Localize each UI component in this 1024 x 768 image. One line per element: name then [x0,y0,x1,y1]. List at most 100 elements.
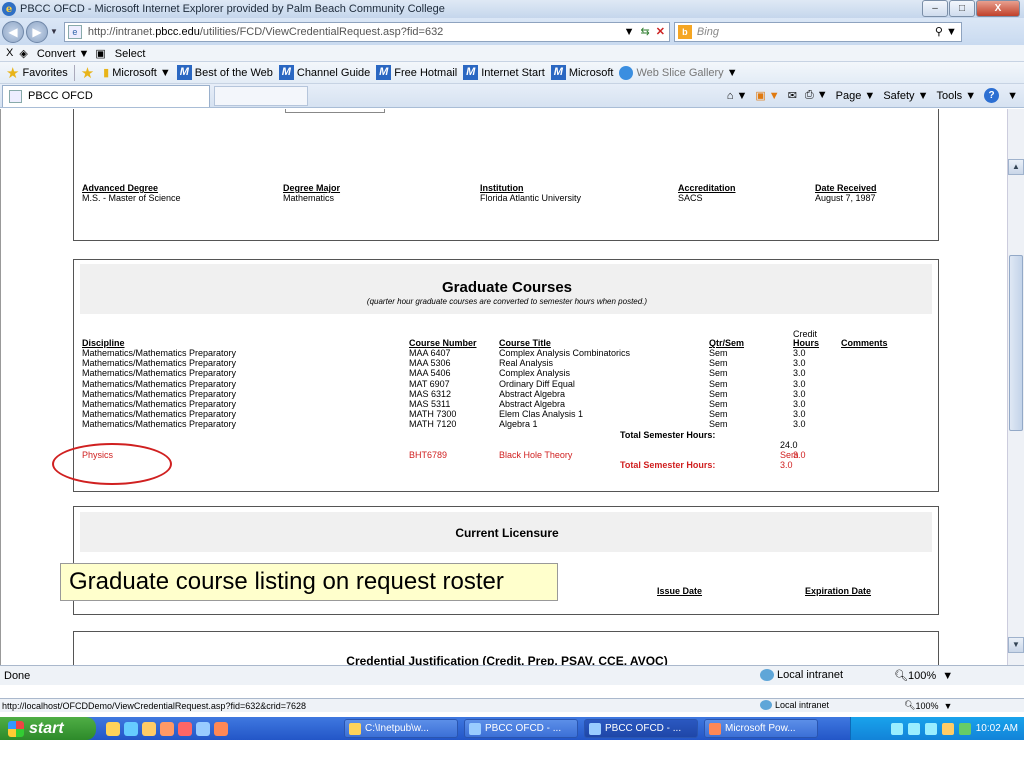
select-button[interactable]: ▣ Select [95,47,145,60]
degree-section: Advanced Degree Degree Major Institution… [73,109,939,241]
fav-link-channel-guide[interactable]: M Channel Guide [278,65,370,80]
course-row-number: MAS 5311 [409,399,451,409]
back-button[interactable]: ◀ [2,20,24,43]
licensure-title: Current Licensure [455,526,559,540]
msn-icon: M [550,65,566,80]
forward-button[interactable]: ▶ [26,20,48,43]
taskbar-ie-1[interactable]: PBCC OFCD - ... [464,719,578,738]
header-advanced-degree[interactable]: Advanced Degree [82,183,158,193]
course-row-discipline: Mathematics/Mathematics Preparatory [82,358,237,369]
header-accreditation[interactable]: Accreditation [678,183,736,193]
zoom-level[interactable]: 🔍︎ 100% ▼ [894,669,953,683]
header-discipline[interactable]: Discipline [82,338,125,348]
fav-link-free-hotmail[interactable]: M Free Hotmail [376,65,457,80]
quicklaunch-app-icon[interactable] [214,721,228,736]
course-row-title: Elem Clas Analysis 1 [499,409,584,420]
history-dropdown-icon[interactable]: ▼ [50,27,58,36]
course-row-title: Algebra 1 [499,419,538,430]
security-zone-2[interactable]: Local intranet [760,700,829,710]
header-qtr-sem[interactable]: Qtr/Sem [709,338,744,348]
tab-bar: PBCC OFCD ⌂ ▼ ▣ ▼ ✉ ⎙ ▼ Page ▼ Safety ▼ … [0,84,1024,108]
course-row-discipline: Mathematics/Mathematics Preparatory [82,388,237,399]
title-bar: e PBCC OFCD - Microsoft Internet Explore… [0,0,1024,18]
header-date-received[interactable]: Date Received [815,183,877,193]
security-icon[interactable] [941,722,954,735]
taskbar-explorer[interactable]: C:\Inetpub\w... [344,719,458,738]
degree-value: M.S. - Master of Science [82,193,181,203]
course-row-title: Abstract Algebra [499,388,566,399]
header-degree-major[interactable]: Degree Major [283,183,340,193]
refresh-icon[interactable]: ⇆ [640,25,649,38]
clock[interactable]: 10:02 AM [976,723,1018,734]
quicklaunch-app-icon[interactable] [178,721,192,736]
fav-link-microsoft[interactable]: ▮ Microsoft ▼ [103,66,171,80]
feeds-icon[interactable]: ▣ ▼ [755,89,779,102]
search-box[interactable]: b Bing ⚲ ▼ [673,21,962,42]
justification-title: Credential Justification (Credit, Prep, … [346,654,668,665]
tools-menu[interactable]: Tools ▼ [936,90,976,102]
signal-icon[interactable] [890,722,903,735]
fav-link-internet-start[interactable]: M Internet Start [463,65,545,80]
quicklaunch-ie-icon[interactable] [106,721,120,736]
taskbar-ie-2[interactable]: PBCC OFCD - ... [584,719,698,738]
favorites-bar: ★ Favorites ★ ▮ Microsoft ▼ M Best of the W… [0,62,1024,84]
header-institution[interactable]: Institution [480,183,524,193]
home-icon[interactable]: ⌂ ▼ [727,90,748,102]
address-bar[interactable]: e http://intranet.pbcc.edu/utilities/FCD… [63,21,670,42]
convert-button[interactable]: ◈ Convert ▼ [19,47,89,60]
header-course-title[interactable]: Course Title [499,338,551,348]
address-dropdown-icon[interactable]: ▼ [624,26,635,38]
zoom-level-2[interactable]: 🔍︎ 100% ▼ [904,700,952,711]
network-icon[interactable] [924,722,937,735]
toolbar-close-icon[interactable]: X [6,47,13,59]
quicklaunch-app-icon[interactable] [124,721,138,736]
add-favorite-icon[interactable]: ★ [81,64,97,82]
header-comments[interactable]: Comments [841,338,888,348]
msn-icon: M [278,65,294,80]
update-icon[interactable] [958,722,971,735]
course-row-number: MATH 7300 [409,409,457,420]
taskbar-powerpoint[interactable]: Microsoft Pow... [704,719,818,738]
search-input[interactable]: Bing [697,26,935,38]
address-url[interactable]: http://intranet.pbcc.edu/utilities/FCD/V… [88,26,624,38]
fav-link-best-of-web[interactable]: M Best of the Web [176,65,273,80]
scroll-down-button[interactable]: ▼ [1008,637,1024,653]
fav-link-web-slice-gallery[interactable]: Web Slice Gallery ▼ [619,65,738,80]
quicklaunch-app-icon[interactable] [160,721,174,736]
course-row-hours: 3.0 [793,348,806,358]
search-icon[interactable]: ⚲ ▼ [935,25,961,38]
header-course-number[interactable]: Course Number [409,338,477,348]
quicklaunch-app-icon[interactable] [196,721,210,736]
minimize-button[interactable]: – [922,0,948,17]
scroll-up-button[interactable]: ▲ [1008,159,1024,175]
start-button[interactable]: start [0,717,96,740]
mail-icon[interactable]: ✉ [788,89,797,102]
scroll-thumb[interactable] [1009,255,1023,431]
volume-icon[interactable] [907,722,920,735]
tab-pbcc-ofcd[interactable]: PBCC OFCD [2,84,210,107]
maximize-button[interactable]: □ [949,0,975,17]
print-icon[interactable]: ⎙ ▼ [805,89,828,102]
annotation-callout: Graduate course listing on request roste… [60,563,558,601]
ie-icon [469,722,481,735]
stop-icon[interactable]: ✕ [656,25,665,38]
header-hours[interactable]: Hours [793,338,819,348]
help-icon[interactable]: ? [984,88,1000,103]
header-issue-date[interactable]: Issue Date [657,586,702,596]
close-button[interactable]: X [976,0,1020,17]
course-row-number: MAA 5406 [409,368,451,379]
vertical-scrollbar[interactable]: ▲ ▼ [1007,109,1024,665]
fav-link-microsoft-2[interactable]: M Microsoft [550,65,613,80]
favorites-button[interactable]: ★ Favorites [6,64,68,82]
courses-title: Graduate Courses [441,279,573,296]
taskbar: start C:\Inetpub\w... PBCC OFCD - ... PB… [0,717,1024,740]
more-icon[interactable]: ▼ [1007,90,1018,102]
security-zone[interactable]: Local intranet [760,669,843,681]
safety-menu[interactable]: Safety ▼ [883,90,928,102]
course-row-hours: 3.0 [793,368,806,379]
page-menu[interactable]: Page ▼ [836,90,876,102]
course-row-hours: 3.0 [793,419,806,430]
quicklaunch-app-icon[interactable] [142,721,156,736]
new-tab-button[interactable] [214,85,308,106]
header-expiration-date[interactable]: Expiration Date [805,586,871,596]
